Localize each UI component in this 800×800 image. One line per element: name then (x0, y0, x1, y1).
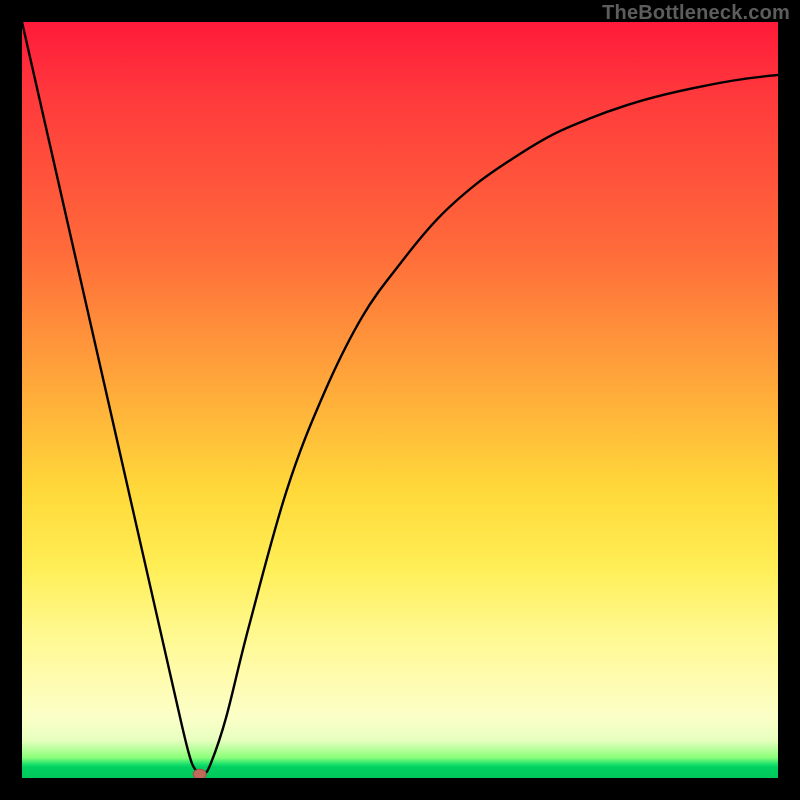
bottleneck-curve (22, 22, 778, 778)
chart-frame: TheBottleneck.com (0, 0, 800, 800)
plot-area (22, 22, 778, 778)
optimal-point-marker (193, 769, 206, 778)
watermark-text: TheBottleneck.com (602, 2, 790, 25)
